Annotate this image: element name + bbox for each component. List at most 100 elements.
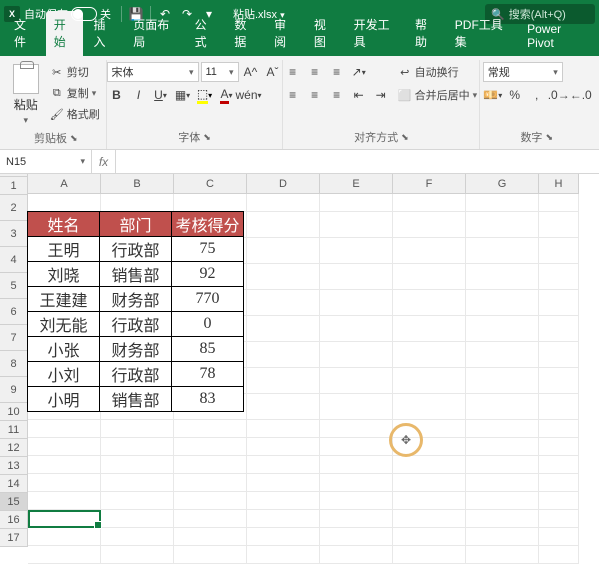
table-cell[interactable]: 78 (171, 361, 244, 387)
cell[interactable] (247, 420, 320, 438)
cell[interactable] (466, 510, 539, 528)
cell[interactable] (28, 456, 101, 474)
cell[interactable] (174, 474, 247, 492)
cell[interactable] (247, 456, 320, 474)
row-header-16[interactable]: 16 (0, 511, 28, 529)
cell[interactable] (466, 394, 539, 420)
table-cell[interactable]: 92 (171, 261, 244, 287)
fill-color-button[interactable]: ⬚▾ (195, 85, 215, 105)
cell[interactable] (101, 438, 174, 456)
cell[interactable] (466, 420, 539, 438)
col-header-B[interactable]: B (101, 174, 174, 194)
row-header-3[interactable]: 3 (0, 221, 28, 247)
cell[interactable] (28, 510, 101, 528)
cell[interactable] (101, 510, 174, 528)
cell[interactable] (539, 290, 579, 316)
cell[interactable] (393, 474, 466, 492)
cell[interactable] (539, 368, 579, 394)
cell[interactable] (466, 264, 539, 290)
cell[interactable] (320, 420, 393, 438)
dialog-launcher-icon[interactable]: ⬊ (401, 132, 409, 143)
border-button[interactable]: ▦▾ (173, 85, 193, 105)
cell[interactable] (466, 316, 539, 342)
cell[interactable] (320, 316, 393, 342)
decrease-font-icon[interactable]: Aˇ (263, 62, 283, 82)
col-header-C[interactable]: C (174, 174, 247, 194)
cell[interactable] (174, 528, 247, 546)
cell[interactable] (247, 194, 320, 212)
merge-center-button[interactable]: ⬜合并后居中▾ (395, 85, 481, 105)
cell[interactable] (466, 212, 539, 238)
cell[interactable] (247, 528, 320, 546)
cell[interactable] (247, 394, 320, 420)
cell[interactable] (539, 420, 579, 438)
cell[interactable] (247, 212, 320, 238)
tab-Power Pivot[interactable]: Power Pivot (519, 17, 593, 56)
cell[interactable] (247, 264, 320, 290)
cell[interactable] (393, 420, 466, 438)
cell[interactable] (28, 438, 101, 456)
cell[interactable] (28, 474, 101, 492)
cell[interactable] (393, 510, 466, 528)
cell[interactable] (539, 456, 579, 474)
row-header-1[interactable]: 1 (0, 177, 28, 195)
comma-icon[interactable]: , (527, 85, 547, 105)
cell[interactable] (320, 546, 393, 564)
cell[interactable] (393, 394, 466, 420)
align-center-icon[interactable]: ≡ (305, 85, 325, 105)
worksheet[interactable]: 1234567891011121314151617 ABCDEFGH 姓名部门考… (0, 174, 599, 547)
row-header-12[interactable]: 12 (0, 439, 28, 457)
cell[interactable] (174, 438, 247, 456)
name-box[interactable]: N15▾ (0, 150, 92, 173)
cell[interactable] (393, 456, 466, 474)
table-cell[interactable]: 75 (171, 236, 244, 262)
table-header[interactable]: 考核得分 (171, 211, 244, 237)
cell[interactable] (247, 438, 320, 456)
cell[interactable] (320, 456, 393, 474)
table-cell[interactable]: 83 (171, 386, 244, 412)
cell[interactable] (393, 528, 466, 546)
col-header-A[interactable]: A (28, 174, 101, 194)
tab-审阅[interactable]: 审阅 (266, 11, 304, 56)
align-middle-icon[interactable]: ≡ (305, 62, 325, 82)
cell[interactable] (28, 528, 101, 546)
cut-button[interactable]: ✂剪切 (47, 62, 103, 82)
tab-视图[interactable]: 视图 (306, 11, 344, 56)
cell[interactable] (101, 194, 174, 212)
cell[interactable] (539, 546, 579, 564)
cell[interactable] (247, 546, 320, 564)
align-left-icon[interactable]: ≡ (283, 85, 303, 105)
cell[interactable] (539, 510, 579, 528)
cell[interactable] (28, 194, 101, 212)
cell[interactable] (247, 238, 320, 264)
cell[interactable] (320, 368, 393, 394)
cell[interactable] (539, 492, 579, 510)
row-header-7[interactable]: 7 (0, 325, 28, 351)
cell[interactable] (466, 492, 539, 510)
cell[interactable] (466, 438, 539, 456)
table-cell[interactable]: 0 (171, 311, 244, 337)
table-cell[interactable]: 小明 (27, 386, 100, 412)
cell[interactable] (539, 528, 579, 546)
cell[interactable] (466, 238, 539, 264)
cell[interactable] (539, 316, 579, 342)
row-header-17[interactable]: 17 (0, 529, 28, 547)
cell[interactable] (28, 492, 101, 510)
table-cell[interactable]: 财务部 (99, 286, 172, 312)
increase-indent-icon[interactable]: ⇥ (371, 85, 391, 105)
cell[interactable] (393, 368, 466, 394)
cell[interactable] (466, 368, 539, 394)
increase-font-icon[interactable]: A^ (241, 62, 261, 82)
cell[interactable] (247, 316, 320, 342)
cell[interactable] (247, 474, 320, 492)
phonetic-button[interactable]: wén▾ (239, 85, 259, 105)
cell[interactable] (320, 474, 393, 492)
cell[interactable] (320, 212, 393, 238)
row-header-13[interactable]: 13 (0, 457, 28, 475)
cell[interactable] (320, 492, 393, 510)
cell[interactable] (101, 528, 174, 546)
dialog-launcher-icon[interactable]: ⬊ (203, 132, 211, 143)
col-header-G[interactable]: G (466, 174, 539, 194)
cell[interactable] (174, 492, 247, 510)
decrease-indent-icon[interactable]: ⇤ (349, 85, 369, 105)
